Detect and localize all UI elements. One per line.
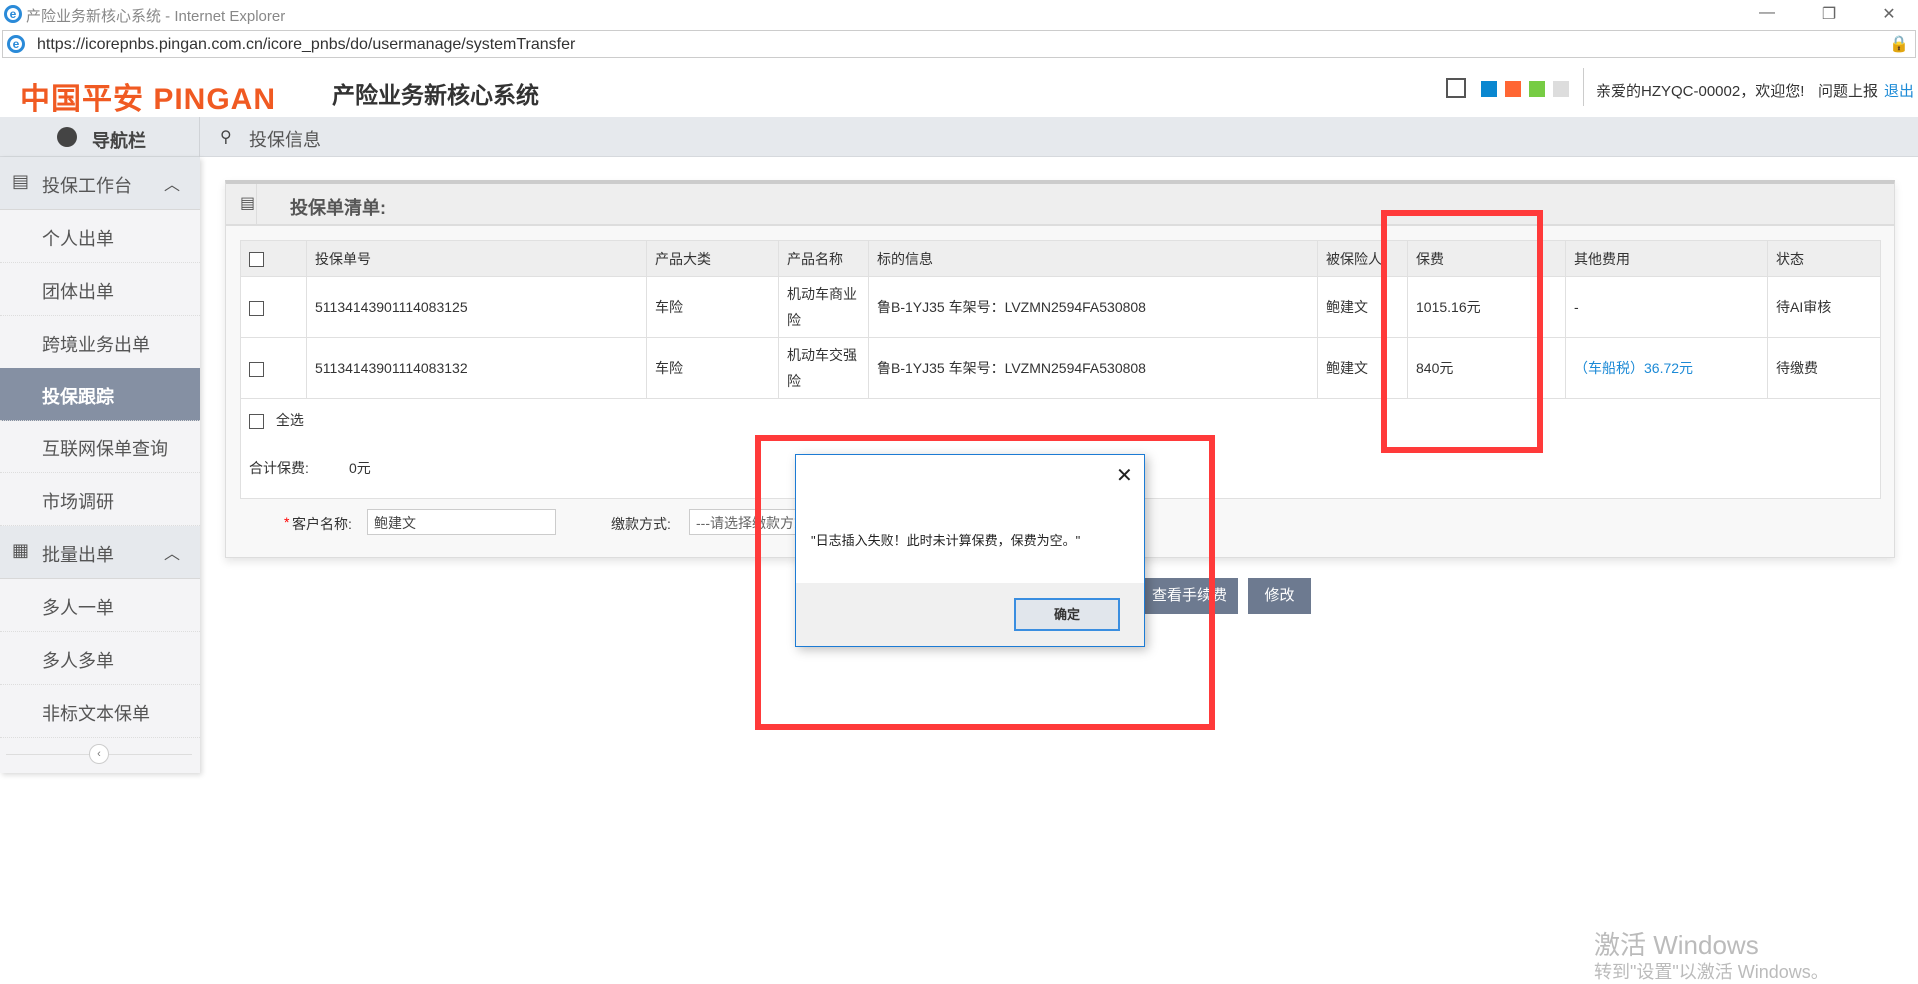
panel-title: 投保单清单: [290,198,386,218]
collapse-sidebar-button[interactable]: ‹ [89,744,109,764]
sidebar-item-crossborder[interactable]: 跨境业务出单 [0,316,200,369]
sidebar-item-tracking[interactable]: 投保跟踪 [0,368,200,421]
theme-blue-swatch[interactable] [1481,81,1497,97]
chevron-up-icon: ︿ [163,177,180,194]
globe-icon [57,127,77,147]
required-marker: * [284,514,290,530]
nav-title: 导航栏 [92,131,146,151]
sidebar-item-group[interactable]: 团体出单 [0,263,200,316]
total-label: 合计保费: [249,460,309,476]
row-checkbox[interactable] [249,300,264,316]
dialog-message: "日志插入失败！此时未计算保费，保费为空。" [811,533,1081,548]
sidebar-item-market-research[interactable]: 市场调研 [0,473,200,526]
status: 待缴费 [1767,337,1881,399]
welcome-text: 亲爱的HZYQC-00002，欢迎您! [1596,83,1805,100]
table-row: 51134143901114083132 车险 机动车交强险 鲁B-1YJ35 … [240,337,1881,399]
status: 待AI审核 [1767,276,1881,338]
pingan-logo: 中国平安 PINGAN [20,83,277,116]
row-checkbox[interactable] [249,361,264,377]
ie-icon: e [7,35,25,53]
product: 机动车交强险 [778,337,869,399]
panel-header: ▤ 投保单清单: [226,184,1894,226]
theme-gray-swatch[interactable] [1553,81,1569,97]
product: 机动车商业险 [778,276,869,338]
other-fees: - [1565,276,1768,338]
close-window-button[interactable]: ✕ [1874,4,1904,24]
subject: 鲁B-1YJ35 车架号：LVZMN2594FA530808 [868,337,1318,399]
lock-icon: 🔒 [1889,36,1909,53]
theme-green-swatch[interactable] [1529,81,1545,97]
proposal-no: 51134143901114083125 [306,276,647,338]
app-header: 中国平安 PINGAN 产险业务新核心系统 亲爱的HZYQC-00002，欢迎您… [0,58,1918,117]
nav-bar: 导航栏 ⚲ 投保信息 [0,117,1918,157]
location-pin-icon: ⚲ [220,129,232,146]
select-all-checkbox[interactable] [249,413,264,429]
logout-link[interactable]: 退出 [1884,80,1914,101]
ie-icon: e [4,5,22,23]
sidebar-group-workbench[interactable]: ▤ 投保工作台 ︿ [0,157,200,210]
sidebar-item-personal[interactable]: 个人出单 [0,210,200,263]
other-fees-link[interactable]: （车船税）36.72元 [1565,337,1768,399]
table-row: 51134143901114083125 车险 机动车商业险 鲁B-1YJ35 … [240,276,1881,338]
group-label: 投保工作台 [42,176,132,196]
payment-label: 缴款方式: [611,516,671,532]
col-product: 产品名称 [778,240,869,277]
browser-title-bar: e 产险业务新核心系统 - Internet Explorer — ❐ ✕ [0,0,1918,28]
close-icon[interactable]: ✕ [1116,463,1133,488]
system-name: 产险业务新核心系统 [332,82,539,108]
header-checkbox[interactable] [249,251,264,267]
proposal-no: 51134143901114083132 [306,337,647,399]
sidebar-item-internet-query[interactable]: 互联网保单查询 [0,420,200,473]
fullscreen-icon[interactable] [1446,78,1466,98]
total-value: 0元 [349,460,371,476]
sidebar-group-batch[interactable]: ▦ 批量出单 ︿ [0,526,200,579]
minimize-button[interactable]: — [1752,4,1782,24]
annotation-highlight-premium [1381,210,1543,453]
sidebar-item-multi-one[interactable]: 多人一单 [0,579,200,632]
chevron-up-icon: ︿ [163,546,180,563]
table-header: 投保单号 产品大类 产品名称 标的信息 被保险人 保费 其他费用 状态 [240,240,1881,277]
document-icon: ▤ [12,171,30,191]
breadcrumb: 投保信息 [249,130,321,150]
theme-orange-swatch[interactable] [1505,81,1521,97]
report-link[interactable]: 问题上报 [1818,80,1878,101]
group-label: 批量出单 [42,545,114,565]
activation-watermark: 激活 Windows [1594,930,1759,960]
subject: 鲁B-1YJ35 车架号：LVZMN2594FA530808 [868,276,1318,338]
customer-label: 客户名称: [292,516,352,532]
col-other-fees: 其他费用 [1565,240,1768,277]
category: 车险 [646,276,779,338]
address-bar[interactable]: e https://icorepnbs.pingan.com.cn/icore_… [2,30,1916,58]
sidebar-item-multi-multi[interactable]: 多人多单 [0,632,200,685]
list-icon: ▤ [240,195,256,212]
restore-button[interactable]: ❐ [1814,4,1844,24]
col-category: 产品大类 [646,240,779,277]
col-proposal-no: 投保单号 [306,240,647,277]
select-all-label: 全选 [275,412,304,428]
activation-watermark-sub: 转到"设置"以激活 Windows。 [1594,962,1829,982]
url-text[interactable]: https://icorepnbs.pingan.com.cn/icore_pn… [37,36,575,54]
category: 车险 [646,337,779,399]
col-status: 状态 [1767,240,1881,277]
batch-document-icon: ▦ [12,540,30,560]
sidebar: ▤ 投保工作台 ︿ 个人出单 团体出单 跨境业务出单 投保跟踪 互联网保单查询 市场… [0,157,200,773]
col-subject: 标的信息 [868,240,1318,277]
modify-button[interactable]: 修改 [1248,578,1311,614]
sidebar-item-nonstandard[interactable]: 非标文本保单 [0,685,200,738]
customer-name-input[interactable]: 鲍建文 [367,509,556,535]
window-title: 产险业务新核心系统 - Internet Explorer [26,8,286,25]
alert-dialog: ✕ "日志插入失败！此时未计算保费，保费为空。" 确定 [795,454,1145,647]
ok-button[interactable]: 确定 [1014,598,1120,631]
divider [1583,68,1584,106]
